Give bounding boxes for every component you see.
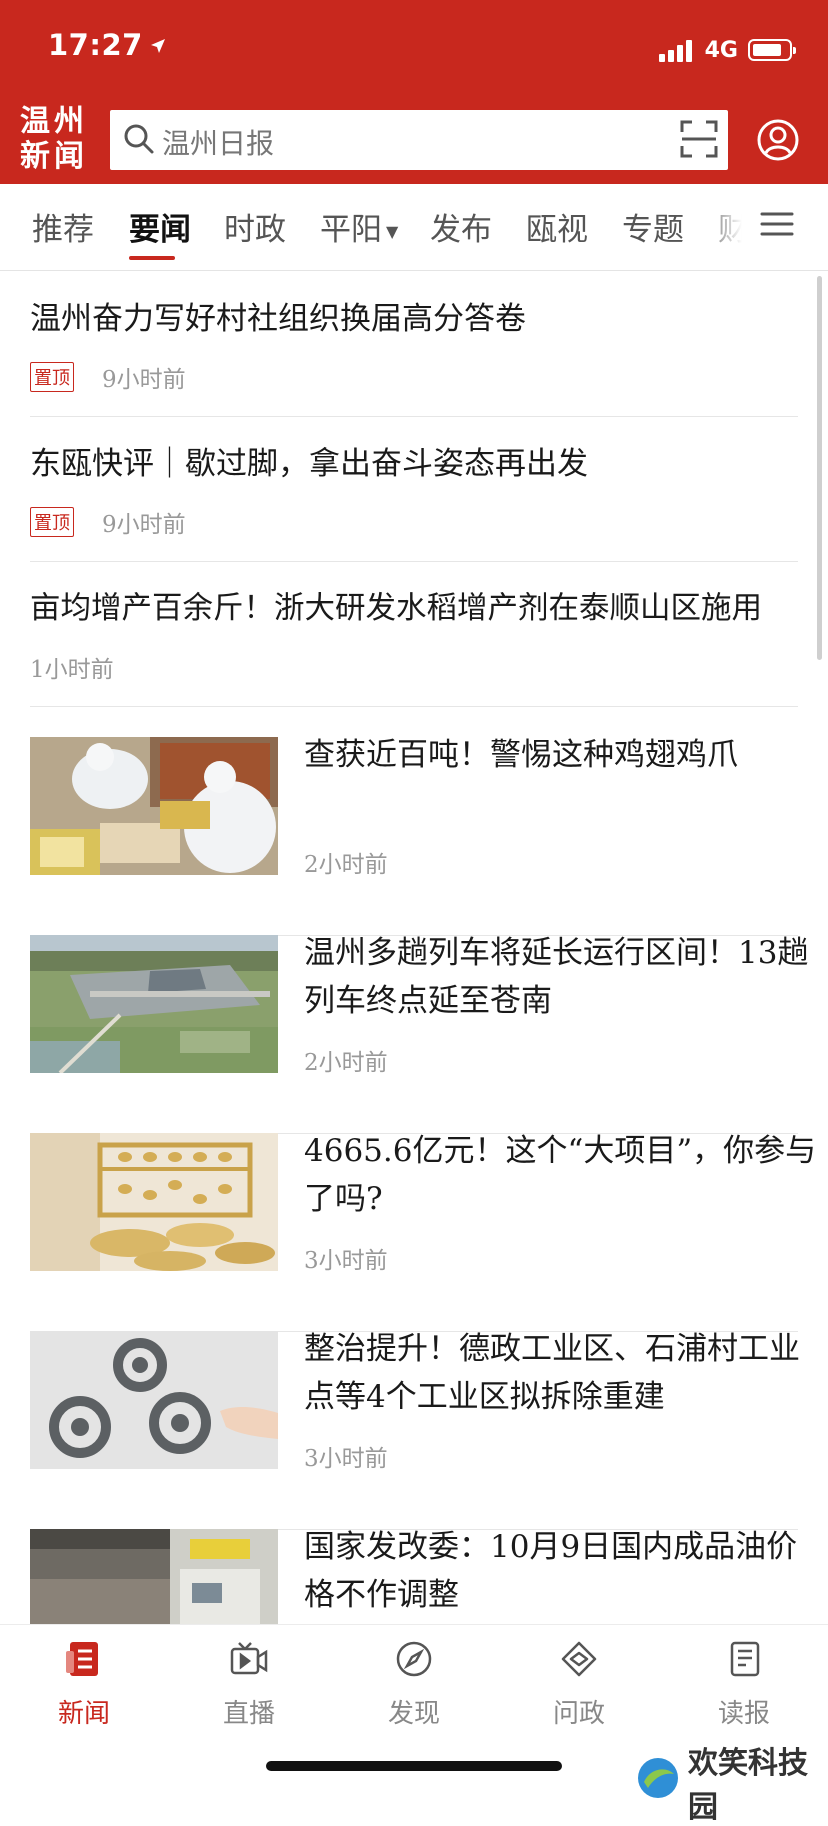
news-title: 东瓯快评｜歇过脚，拿出奋斗姿态再出发 bbox=[30, 446, 588, 482]
tab-pingyang-label: 平阳 bbox=[320, 212, 382, 248]
news-time: 2小时前 bbox=[304, 1050, 388, 1076]
tab-ou-video[interactable]: 瓯视 bbox=[526, 204, 588, 249]
nav-news[interactable]: 新闻 bbox=[24, 1639, 144, 1730]
news-item-with-image[interactable]: 查获近百吨！警惕这种鸡翅鸡爪 2小时前 bbox=[30, 737, 798, 936]
watermark-logo-icon bbox=[636, 1756, 680, 1808]
nav-newspaper[interactable]: 读报 bbox=[684, 1639, 804, 1730]
nav-inquiry-label: 问政 bbox=[552, 1699, 605, 1729]
nav-live-label: 直播 bbox=[222, 1699, 275, 1729]
tab-headlines[interactable]: 要闻 bbox=[129, 204, 191, 249]
news-meta: 置顶 9小时前 bbox=[30, 360, 186, 394]
watermark: 欢笑科技园 bbox=[636, 1738, 828, 1826]
home-indicator bbox=[266, 1761, 562, 1771]
pinned-badge: 置顶 bbox=[30, 362, 74, 392]
news-item-with-image[interactable]: 整治提升！德政工业区、石浦村工业点等4个工业区拟拆除重建 3小时前 bbox=[30, 1331, 800, 1530]
live-icon bbox=[229, 1642, 269, 1683]
news-meta: 1小时前 bbox=[30, 650, 114, 684]
category-tabs: 推荐 要闻 时政 平阳▼ 发布 瓯视 专题 财 bbox=[0, 184, 828, 271]
compass-icon bbox=[394, 1641, 434, 1683]
scan-icon[interactable] bbox=[680, 120, 718, 162]
news-thumbnail bbox=[30, 1529, 278, 1624]
signal-icon bbox=[658, 38, 695, 62]
news-thumbnail bbox=[30, 1133, 278, 1271]
location-arrow-icon bbox=[149, 28, 167, 62]
user-profile-icon[interactable] bbox=[756, 118, 800, 166]
news-time: 1小时前 bbox=[30, 657, 114, 683]
news-time: 3小时前 bbox=[304, 1446, 388, 1472]
nav-live[interactable]: 直播 bbox=[189, 1639, 309, 1730]
tab-politics[interactable]: 时政 bbox=[224, 204, 286, 249]
news-title: 整治提升！德政工业区、石浦村工业点等4个工业区拟拆除重建 bbox=[304, 1331, 800, 1415]
nav-inquiry[interactable]: 问政 bbox=[519, 1639, 639, 1730]
news-item[interactable]: 亩均增产百余斤！浙大研发水稻增产剂在泰顺山区施用 1小时前 bbox=[30, 586, 798, 707]
battery-icon bbox=[748, 39, 796, 61]
menu-icon[interactable] bbox=[760, 210, 794, 242]
tab-special[interactable]: 专题 bbox=[622, 204, 684, 249]
network-label: 4G bbox=[704, 37, 738, 63]
search-bar[interactable]: 温州日报 bbox=[110, 110, 728, 170]
news-title: 亩均增产百余斤！浙大研发水稻增产剂在泰顺山区施用 bbox=[30, 591, 762, 626]
caret-down-icon: ▼ bbox=[386, 222, 399, 241]
news-item[interactable]: 东瓯快评｜歇过脚，拿出奋斗姿态再出发 置顶 9小时前 bbox=[30, 441, 798, 562]
news-title: 查获近百吨！警惕这种鸡翅鸡爪 bbox=[304, 737, 738, 773]
watermark-text: 欢笑科技园 bbox=[688, 1746, 808, 1825]
nav-discover-label: 发现 bbox=[387, 1699, 440, 1729]
nav-newspaper-label: 读报 bbox=[717, 1699, 770, 1729]
search-icon bbox=[122, 122, 156, 160]
time-text: 17:27 bbox=[48, 28, 143, 62]
news-item-with-image[interactable]: 国家发改委：10月9日国内成品油价格不作调整 bbox=[30, 1529, 798, 1624]
news-time: 9小时前 bbox=[102, 512, 186, 538]
logo-line-2: 新闻 bbox=[20, 139, 88, 174]
tab-recommend[interactable]: 推荐 bbox=[32, 204, 94, 249]
handshake-icon bbox=[559, 1641, 599, 1683]
news-title: 国家发改委：10月9日国内成品油价格不作调整 bbox=[304, 1529, 798, 1613]
logo-line-1: 温州 bbox=[20, 104, 88, 139]
nav-discover[interactable]: 发现 bbox=[354, 1639, 474, 1730]
tab-pingyang[interactable]: 平阳 ▼ bbox=[320, 204, 398, 249]
news-time: 2小时前 bbox=[304, 852, 388, 878]
news-item-with-image[interactable]: 温州多趟列车将延长运行区间！13趟列车终点延至苍南 2小时前 bbox=[30, 935, 808, 1134]
news-thumbnail bbox=[30, 737, 278, 875]
newspaper-icon bbox=[724, 1641, 764, 1683]
status-time: 17:27 bbox=[48, 28, 167, 62]
news-title: 4665.6亿元！这个“大项目”，你参与了吗? bbox=[304, 1133, 817, 1217]
pinned-badge: 置顶 bbox=[30, 507, 74, 537]
news-thumbnail bbox=[30, 935, 278, 1073]
news-title: 温州奋力写好村社组织换届高分答卷 bbox=[30, 301, 526, 337]
active-tab-indicator bbox=[129, 256, 175, 260]
news-thumbnail bbox=[30, 1331, 278, 1469]
news-icon bbox=[64, 1642, 104, 1683]
status-indicators: 4G bbox=[658, 34, 796, 66]
news-meta: 置顶 9小时前 bbox=[30, 505, 186, 539]
news-item[interactable]: 温州奋力写好村社组织换届高分答卷 置顶 9小时前 bbox=[30, 296, 798, 417]
app-logo: 温州 新闻 bbox=[20, 104, 92, 176]
news-time: 9小时前 bbox=[102, 367, 186, 393]
scrollbar[interactable] bbox=[817, 276, 822, 660]
news-title: 温州多趟列车将延长运行区间！13趟列车终点延至苍南 bbox=[304, 935, 809, 1019]
tab-release[interactable]: 发布 bbox=[430, 204, 492, 249]
news-time: 3小时前 bbox=[304, 1248, 388, 1274]
news-item-with-image[interactable]: 4665.6亿元！这个“大项目”，你参与了吗? 3小时前 bbox=[30, 1133, 816, 1332]
search-placeholder: 温州日报 bbox=[162, 127, 275, 160]
tab-fade bbox=[700, 184, 760, 270]
app-header: 17:27 4G 温州 新闻 温州日报 bbox=[0, 0, 828, 184]
nav-news-label: 新闻 bbox=[57, 1699, 110, 1729]
